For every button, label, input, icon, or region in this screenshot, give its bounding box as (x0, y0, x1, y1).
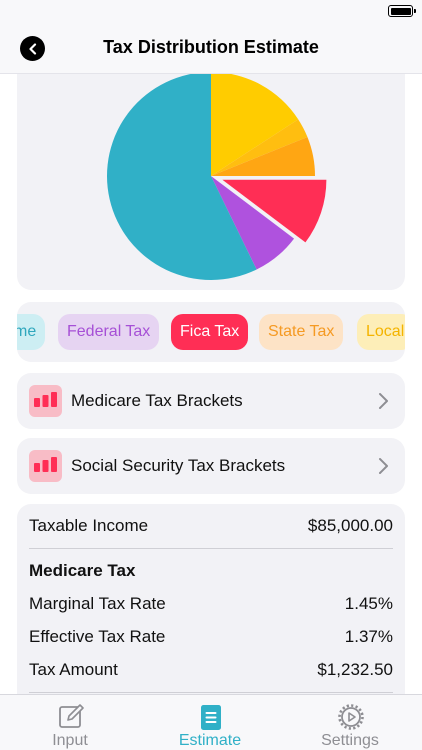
battery-icon (388, 5, 416, 17)
tab-settings[interactable]: Settings (280, 695, 420, 750)
marginal-rate-row: Marginal Tax Rate 1.45% (29, 594, 393, 614)
chevron-right-icon (379, 393, 388, 409)
edit-icon (59, 704, 84, 728)
document-icon (201, 705, 221, 730)
chip-local-tax[interactable]: Local (357, 314, 405, 350)
pie-chart-card (17, 74, 405, 290)
tab-input-label: Input (52, 732, 88, 749)
taxable-income-value: $85,000.00 (307, 516, 393, 535)
tax-amount-value: $1,232.50 (317, 660, 393, 679)
tax-category-chips[interactable]: me Federal Tax Fica Tax State Tax Local (17, 302, 405, 362)
navigation-bar: Tax Distribution Estimate (0, 22, 422, 74)
taxable-income-row: Taxable Income $85,000.00 (29, 516, 393, 536)
tax-amount-row: Tax Amount $1,232.50 (29, 660, 393, 680)
medicare-brackets-link[interactable]: Medicare Tax Brackets (17, 373, 405, 429)
tab-estimate-label: Estimate (178, 732, 242, 749)
chip-federal-tax[interactable]: Federal Tax (58, 314, 160, 350)
tax-details-card: Taxable Income $85,000.00 Medicare Tax M… (17, 504, 405, 694)
section-title: Medicare Tax (29, 561, 136, 580)
content-scroll-area[interactable]: me Federal Tax Fica Tax State Tax Local … (0, 74, 422, 694)
medicare-brackets-label: Medicare Tax Brackets (71, 391, 243, 410)
tax-amount-label: Tax Amount (29, 660, 118, 679)
effective-rate-row: Effective Tax Rate 1.37% (29, 627, 393, 647)
social-security-brackets-link[interactable]: Social Security Tax Brackets (17, 438, 405, 494)
bar-chart-icon (29, 385, 62, 417)
status-bar (0, 0, 422, 22)
tab-estimate[interactable]: Estimate (140, 695, 280, 750)
chip-state-tax[interactable]: State Tax (259, 314, 344, 350)
pie-chart[interactable] (17, 74, 405, 290)
social-security-brackets-label: Social Security Tax Brackets (71, 456, 286, 475)
divider (29, 692, 393, 693)
tab-input[interactable]: Input (0, 695, 140, 750)
tab-settings-label: Settings (321, 732, 379, 749)
taxable-income-label: Taxable Income (29, 516, 149, 535)
chevron-right-icon (379, 458, 388, 474)
effective-rate-label: Effective Tax Rate (29, 627, 166, 646)
page-title: Tax Distribution Estimate (103, 37, 319, 57)
effective-rate-value: 1.37% (344, 627, 393, 646)
marginal-rate-label: Marginal Tax Rate (29, 594, 166, 613)
bar-chart-icon (29, 450, 62, 482)
tab-bar: Input Estimate Settings (0, 694, 422, 750)
chip-income[interactable]: me (17, 314, 46, 350)
marginal-rate-value: 1.45% (344, 594, 393, 613)
divider (29, 548, 393, 549)
gear-icon (338, 704, 364, 730)
chip-fica-tax[interactable]: Fica Tax (171, 314, 249, 350)
